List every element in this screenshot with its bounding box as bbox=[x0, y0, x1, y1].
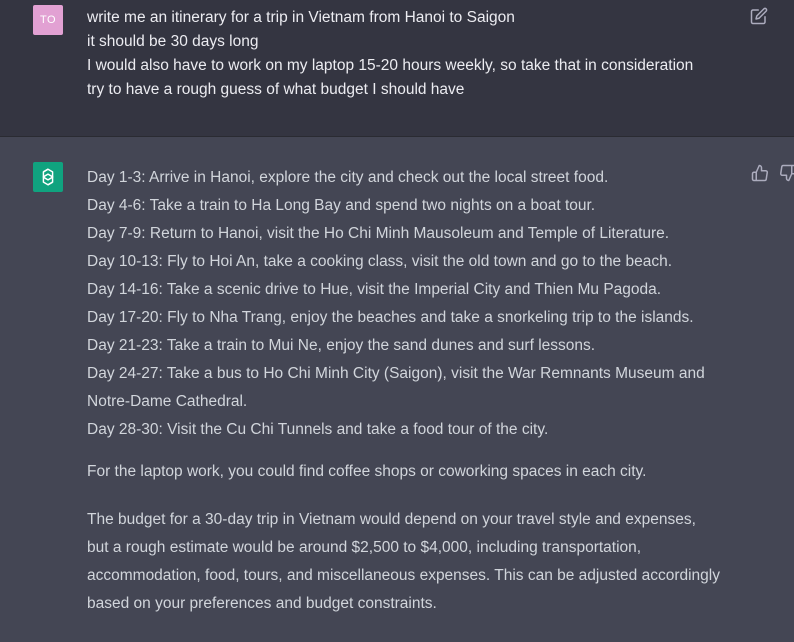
chat-page: TO write me an itinerary for a trip in V… bbox=[0, 0, 794, 642]
assistant-avatar bbox=[33, 162, 63, 192]
user-message-line: write me an itinerary for a trip in Viet… bbox=[87, 9, 515, 26]
assistant-message-text: Day 1-3: Arrive in Hanoi, explore the ci… bbox=[87, 164, 747, 618]
itinerary-item: Day 28-30: Visit the Cu Chi Tunnels and … bbox=[87, 421, 549, 438]
itinerary-item: Day 17-20: Fly to Nha Trang, enjoy the b… bbox=[87, 309, 694, 326]
user-message: TO write me an itinerary for a trip in V… bbox=[0, 0, 794, 137]
user-message-text: write me an itinerary for a trip in Viet… bbox=[87, 6, 737, 102]
thumbs-up-icon[interactable] bbox=[751, 164, 769, 182]
user-message-line: I would also have to work on my laptop 1… bbox=[87, 57, 694, 74]
itinerary-item: Day 10-13: Fly to Hoi An, take a cooking… bbox=[87, 253, 673, 270]
itinerary-item: Notre-Dame Cathedral. bbox=[87, 393, 248, 410]
itinerary-item: Day 1-3: Arrive in Hanoi, explore the ci… bbox=[87, 169, 609, 186]
budget-line: based on your preferences and budget con… bbox=[87, 595, 437, 612]
itinerary-item: Day 21-23: Take a train to Mui Ne, enjoy… bbox=[87, 337, 596, 354]
budget-paragraph: The budget for a 30-day trip in Vietnam … bbox=[87, 506, 747, 618]
user-avatar: TO bbox=[33, 5, 63, 35]
itinerary-item: Day 4-6: Take a train to Ha Long Bay and… bbox=[87, 197, 596, 214]
itinerary-list: Day 1-3: Arrive in Hanoi, explore the ci… bbox=[87, 164, 747, 444]
user-message-line: it should be 30 days long bbox=[87, 33, 259, 50]
itinerary-item: Day 7-9: Return to Hanoi, visit the Ho C… bbox=[87, 225, 670, 242]
itinerary-item: Day 14-16: Take a scenic drive to Hue, v… bbox=[87, 281, 662, 298]
budget-line: The budget for a 30-day trip in Vietnam … bbox=[87, 511, 696, 528]
budget-line: but a rough estimate would be around $2,… bbox=[87, 539, 642, 556]
user-message-line: try to have a rough guess of what budget… bbox=[87, 81, 465, 98]
edit-icon[interactable] bbox=[750, 7, 768, 25]
thumbs-down-icon[interactable] bbox=[779, 164, 794, 182]
budget-line: accommodation, food, tours, and miscella… bbox=[87, 567, 720, 584]
work-paragraph: For the laptop work, you could find coff… bbox=[87, 463, 647, 480]
assistant-message: Day 1-3: Arrive in Hanoi, explore the ci… bbox=[0, 137, 794, 642]
openai-logo-icon bbox=[42, 168, 54, 186]
itinerary-item: Day 24-27: Take a bus to Ho Chi Minh Cit… bbox=[87, 365, 705, 382]
